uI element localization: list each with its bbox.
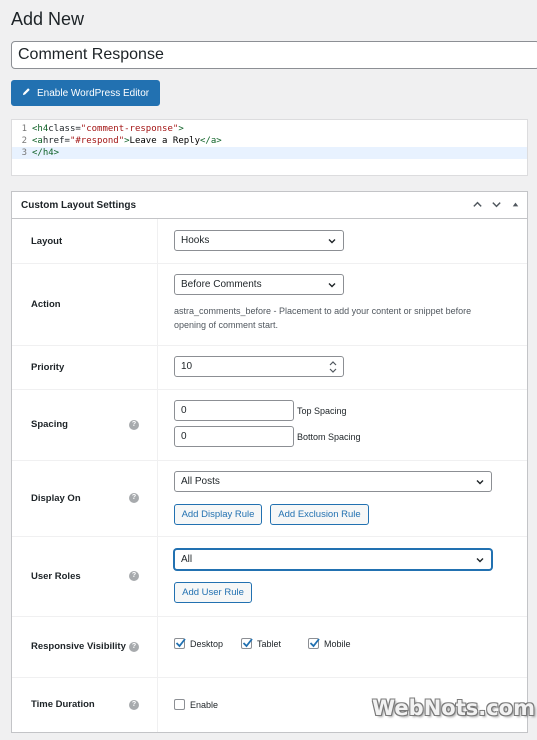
help-icon[interactable]: ? bbox=[129, 493, 139, 503]
spacing-row: Spacing ? 0 Top Spacing 0 Bottom Spacing bbox=[12, 389, 527, 461]
checkmark-icon bbox=[175, 638, 186, 648]
desktop-label: Desktop bbox=[190, 639, 224, 649]
code-line: 2 <a href= "#respond" > Leave a Reply </a> bbox=[12, 135, 527, 147]
line-number: 3 bbox=[21, 148, 27, 158]
responsive-visibility-row: Responsive Visibility ? Desktop Tablet M… bbox=[12, 616, 527, 678]
enable-wordpress-editor-button[interactable]: Enable WordPress Editor bbox=[11, 80, 161, 106]
priority-row: Priority 10 bbox=[12, 345, 527, 390]
code-editor[interactable]: 1 <h4 class= "comment-response" > 2 <a hre… bbox=[11, 119, 528, 176]
code-token: href= bbox=[42, 136, 70, 146]
custom-layout-settings-panel: Custom Layout Settings Layout Hooks Acti… bbox=[11, 191, 528, 733]
triangle-up-icon[interactable] bbox=[509, 198, 521, 210]
top-spacing-input[interactable]: 0 bbox=[174, 400, 294, 421]
chevron-down-icon bbox=[328, 283, 336, 288]
webnots-watermark: WebNots.com bbox=[372, 696, 535, 720]
code-token: <a bbox=[32, 136, 43, 146]
layout-row: Layout Hooks bbox=[12, 219, 527, 264]
mobile-checkbox[interactable] bbox=[308, 638, 320, 649]
display-on-select-value: All Posts bbox=[181, 476, 220, 487]
help-icon[interactable]: ? bbox=[129, 419, 139, 430]
bottom-spacing-input[interactable]: 0 bbox=[174, 426, 294, 447]
user-roles-label: User Roles ? bbox=[12, 536, 158, 616]
bottom-spacing-value: 0 bbox=[181, 431, 187, 442]
code-token: > bbox=[178, 124, 184, 134]
help-icon[interactable]: ? bbox=[129, 641, 139, 652]
spacing-label: Spacing ? bbox=[12, 389, 158, 460]
chevron-down-icon bbox=[328, 239, 336, 244]
display-on-label: Display On ? bbox=[12, 460, 158, 536]
line-number: 1 bbox=[21, 124, 27, 134]
action-select[interactable]: Before Comments bbox=[174, 274, 344, 295]
responsive-visibility-label: Responsive Visibility ? bbox=[12, 616, 158, 677]
code-token: Leave a Reply bbox=[129, 136, 200, 146]
panel-header: Custom Layout Settings bbox=[12, 192, 527, 219]
desktop-checkbox[interactable] bbox=[174, 638, 186, 649]
display-on-select[interactable]: All Posts bbox=[174, 471, 492, 492]
action-label: Action bbox=[12, 263, 158, 345]
action-description: astra_comments_before - Placement to add… bbox=[174, 304, 471, 332]
bottom-spacing-label: Bottom Spacing bbox=[297, 432, 361, 442]
checkmark-icon bbox=[309, 638, 320, 648]
time-duration-label-text: Time Duration bbox=[31, 699, 95, 710]
action-row: Action Before Comments astra_comments_be… bbox=[12, 263, 527, 346]
action-description-line: opening of comment start. bbox=[174, 320, 279, 330]
add-exclusion-rule-button[interactable]: Add Exclusion Rule bbox=[270, 504, 369, 525]
chevron-down-icon[interactable] bbox=[490, 198, 502, 210]
chevron-down-icon bbox=[476, 558, 484, 563]
spacing-label-text: Spacing bbox=[31, 419, 68, 430]
tablet-label: Tablet bbox=[257, 639, 282, 649]
chevron-down-icon bbox=[476, 480, 484, 485]
enable-wordpress-editor-label: Enable WordPress Editor bbox=[37, 87, 150, 99]
responsive-visibility-label-text: Responsive Visibility bbox=[31, 641, 126, 652]
code-token: </h4> bbox=[32, 148, 60, 158]
code-token: <h4 bbox=[32, 124, 49, 134]
pencil-icon bbox=[22, 87, 31, 99]
priority-value: 10 bbox=[181, 361, 193, 372]
display-on-row: Display On ? All Posts Add Display Rule … bbox=[12, 460, 527, 537]
code-token: "comment-response" bbox=[80, 124, 179, 134]
chevron-up-icon[interactable] bbox=[471, 198, 483, 210]
code-line-active: 3 </h4> bbox=[12, 147, 527, 159]
page-title: Add New bbox=[11, 9, 85, 29]
enable-label: Enable bbox=[190, 700, 219, 710]
checkmark-icon bbox=[242, 638, 253, 648]
top-spacing-value: 0 bbox=[181, 405, 187, 416]
help-icon[interactable]: ? bbox=[129, 571, 139, 581]
action-select-value: Before Comments bbox=[181, 279, 262, 290]
code-token: "#respond" bbox=[69, 136, 125, 146]
layout-select-value: Hooks bbox=[181, 235, 210, 246]
user-roles-select[interactable]: All bbox=[174, 549, 492, 570]
panel-title: Custom Layout Settings bbox=[21, 199, 137, 211]
time-duration-label: Time Duration ? bbox=[12, 677, 158, 732]
user-roles-label-text: User Roles bbox=[31, 570, 81, 582]
priority-number-input[interactable]: 10 bbox=[174, 356, 344, 377]
mobile-label: Mobile bbox=[324, 639, 351, 649]
tablet-checkbox[interactable] bbox=[241, 638, 253, 649]
action-description-line: astra_comments_before - Placement to add… bbox=[174, 306, 472, 316]
code-line: 1 <h4 class= "comment-response" > bbox=[12, 123, 527, 135]
user-roles-select-value: All bbox=[181, 554, 193, 565]
post-title-input[interactable]: Comment Response bbox=[11, 41, 537, 69]
layout-select[interactable]: Hooks bbox=[174, 230, 344, 251]
priority-label: Priority bbox=[12, 345, 158, 389]
top-spacing-label: Top Spacing bbox=[297, 406, 347, 416]
enable-checkbox[interactable] bbox=[174, 699, 185, 710]
add-display-rule-button[interactable]: Add Display Rule bbox=[174, 504, 262, 525]
help-icon[interactable]: ? bbox=[129, 699, 139, 710]
user-roles-row: User Roles ? All Add User Rule bbox=[12, 536, 527, 617]
code-token: </a> bbox=[200, 136, 222, 146]
display-on-label-text: Display On bbox=[31, 492, 81, 504]
layout-label: Layout bbox=[12, 219, 158, 263]
add-user-rule-button[interactable]: Add User Rule bbox=[174, 582, 252, 603]
spinner-icon[interactable] bbox=[329, 360, 337, 374]
code-token: class= bbox=[48, 124, 81, 134]
line-number: 2 bbox=[21, 136, 27, 146]
